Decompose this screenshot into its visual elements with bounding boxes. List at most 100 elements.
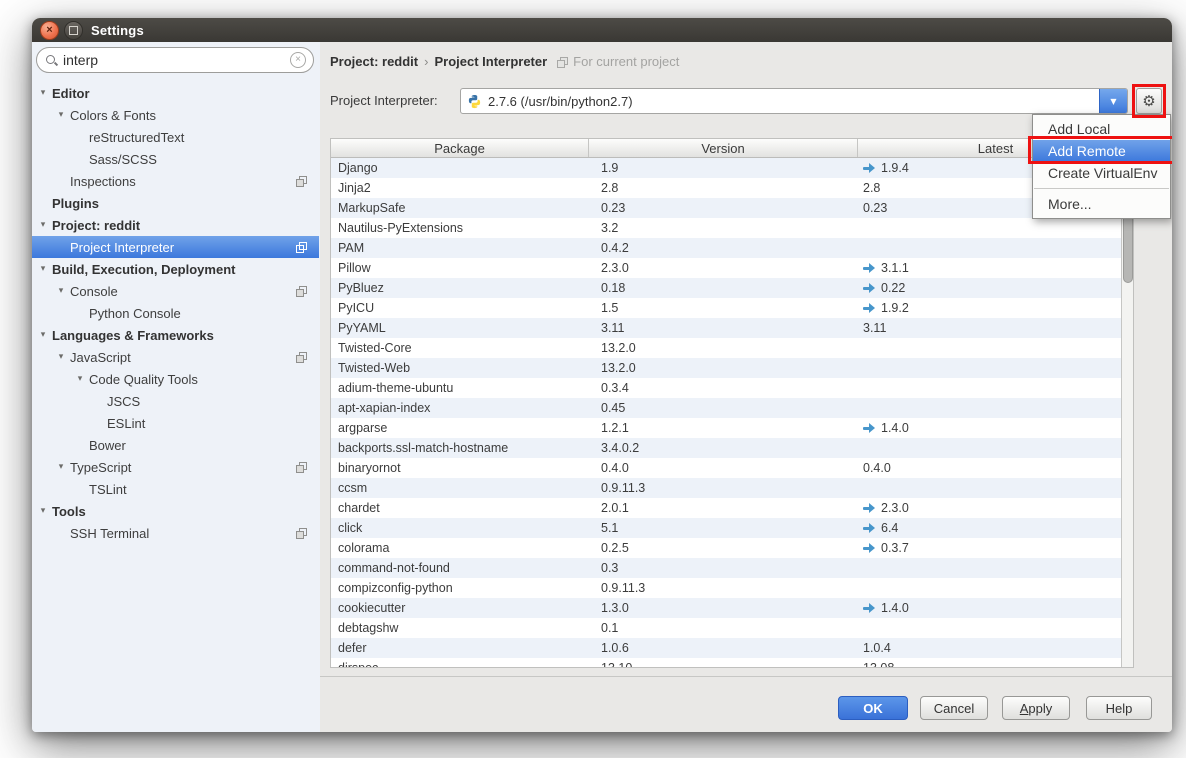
expand-triangle-icon[interactable]: ▾ <box>37 264 49 274</box>
column-header-version[interactable]: Version <box>589 139 858 157</box>
expand-triangle-icon[interactable]: ▾ <box>55 352 67 362</box>
sidebar-item-label: SSH Terminal <box>70 526 149 541</box>
sidebar-item-label: Code Quality Tools <box>89 372 198 387</box>
table-row-markupsafe[interactable]: MarkupSafe0.230.23 <box>331 198 1133 218</box>
sidebar-item-jscs[interactable]: ▾JSCS <box>32 390 319 412</box>
sidebar-item-label: Colors & Fonts <box>70 108 156 123</box>
table-row-dirspec[interactable]: dirspec13.1013.08 <box>331 658 1133 668</box>
table-row-adium-theme-ubuntu[interactable]: adium-theme-ubuntu0.3.4 <box>331 378 1133 398</box>
latest-version-text: 1.4.0 <box>881 601 909 615</box>
help-button[interactable]: Help <box>1086 696 1152 720</box>
package-table-header[interactable]: Package Version Latest <box>331 139 1133 158</box>
interpreter-settings-button[interactable]: ⚙ <box>1136 88 1162 114</box>
shared-settings-icon <box>296 528 307 539</box>
expand-triangle-icon[interactable]: ▾ <box>37 220 49 230</box>
table-scrollbar[interactable] <box>1121 157 1133 667</box>
package-version: 1.3.0 <box>589 601 858 615</box>
ok-button[interactable]: OK <box>838 696 908 720</box>
table-row-debtagshw[interactable]: debtagshw0.1 <box>331 618 1133 638</box>
upgrade-arrow-icon <box>863 603 877 613</box>
table-row-binaryornot[interactable]: binaryornot0.4.00.4.0 <box>331 458 1133 478</box>
package-version: 0.23 <box>589 201 858 215</box>
table-row-compizconfig-python[interactable]: compizconfig-python0.9.11.3 <box>331 578 1133 598</box>
package-version: 5.1 <box>589 521 858 535</box>
expand-triangle-icon[interactable]: ▾ <box>37 88 49 98</box>
table-row-command-not-found[interactable]: command-not-found0.3 <box>331 558 1133 578</box>
sidebar-item-colors-fonts[interactable]: ▾Colors & Fonts <box>32 104 319 126</box>
column-header-package[interactable]: Package <box>331 139 589 157</box>
search-icon <box>46 54 59 67</box>
table-row-nautilus-pyextensions[interactable]: Nautilus-PyExtensions3.2 <box>331 218 1133 238</box>
table-row-twisted-web[interactable]: Twisted-Web13.2.0 <box>331 358 1133 378</box>
sidebar-item-tslint[interactable]: ▾TSLint <box>32 478 319 500</box>
table-row-pyyaml[interactable]: PyYAML3.113.11 <box>331 318 1133 338</box>
sidebar-item-languages-frameworks[interactable]: ▾Languages & Frameworks <box>32 324 319 346</box>
sidebar-item-editor[interactable]: ▾Editor <box>32 82 319 104</box>
sidebar-item-label: Python Console <box>89 306 181 321</box>
table-row-chardet[interactable]: chardet2.0.12.3.0 <box>331 498 1133 518</box>
table-row-ccsm[interactable]: ccsm0.9.11.3 <box>331 478 1133 498</box>
sidebar-item-ssh-terminal[interactable]: ▾SSH Terminal <box>32 522 319 544</box>
expand-triangle-icon[interactable]: ▾ <box>37 330 49 340</box>
sidebar-item-label: Inspections <box>70 174 136 189</box>
sidebar-item-restructuredtext[interactable]: ▾reStructuredText <box>32 126 319 148</box>
window-titlebar[interactable]: × Settings <box>32 18 1172 43</box>
package-version: 3.11 <box>589 321 858 335</box>
interpreter-combobox[interactable]: 2.7.6 (/usr/bin/python2.7) ▼ <box>460 88 1128 114</box>
combobox-dropdown-button[interactable]: ▼ <box>1099 89 1127 113</box>
table-row-jinja2[interactable]: Jinja22.82.8 <box>331 178 1133 198</box>
package-latest: 6.4 <box>858 521 1133 535</box>
package-version: 0.9.11.3 <box>589 481 858 495</box>
table-row-colorama[interactable]: colorama0.2.50.3.7 <box>331 538 1133 558</box>
table-row-defer[interactable]: defer1.0.61.0.4 <box>331 638 1133 658</box>
table-row-backports-ssl-match-hostname[interactable]: backports.ssl-match-hostname3.4.0.2 <box>331 438 1133 458</box>
package-latest: 0.22 <box>858 281 1133 295</box>
expand-triangle-icon[interactable]: ▾ <box>55 110 67 120</box>
sidebar-item-label: TSLint <box>89 482 127 497</box>
sidebar-item-code-quality-tools[interactable]: ▾Code Quality Tools <box>32 368 319 390</box>
sidebar-item-python-console[interactable]: ▾Python Console <box>32 302 319 324</box>
sidebar-item-eslint[interactable]: ▾ESLint <box>32 412 319 434</box>
table-row-cookiecutter[interactable]: cookiecutter1.3.0 1.4.0 <box>331 598 1133 618</box>
table-row-argparse[interactable]: argparse1.2.11.4.0 <box>331 418 1133 438</box>
menu-item-more[interactable]: More... <box>1033 193 1170 215</box>
breadcrumb-separator: › <box>424 52 428 72</box>
menu-item-add-remote[interactable]: Add Remote <box>1033 140 1170 162</box>
package-name: backports.ssl-match-hostname <box>331 441 589 455</box>
package-name: cookiecutter <box>331 601 589 615</box>
breadcrumb-project: Project: reddit <box>330 52 418 72</box>
window-close-button[interactable]: × <box>40 21 59 40</box>
table-row-pyicu[interactable]: PyICU1.51.9.2 <box>331 298 1133 318</box>
search-input[interactable] <box>63 52 290 68</box>
sidebar-item-typescript[interactable]: ▾TypeScript <box>32 456 319 478</box>
sidebar-item-project-reddit[interactable]: ▾Project: reddit <box>32 214 319 236</box>
table-row-pillow[interactable]: Pillow2.3.03.1.1 <box>331 258 1133 278</box>
expand-triangle-icon[interactable]: ▾ <box>74 374 86 384</box>
package-version: 0.2.5 <box>589 541 858 555</box>
table-row-pam[interactable]: PAM0.4.2 <box>331 238 1133 258</box>
sidebar-item-build-execution-deployment[interactable]: ▾Build, Execution, Deployment <box>32 258 319 280</box>
clear-search-icon[interactable] <box>290 52 306 68</box>
sidebar-item-tools[interactable]: ▾Tools <box>32 500 319 522</box>
sidebar-item-inspections[interactable]: ▾Inspections <box>32 170 319 192</box>
sidebar-item-sass-scss[interactable]: ▾Sass/SCSS <box>32 148 319 170</box>
apply-button[interactable]: Apply <box>1002 696 1070 720</box>
menu-item-create-virtualenv[interactable]: Create VirtualEnv <box>1033 162 1170 184</box>
sidebar-item-javascript[interactable]: ▾JavaScript <box>32 346 319 368</box>
sidebar-item-console[interactable]: ▾Console <box>32 280 319 302</box>
sidebar-item-plugins[interactable]: ▾Plugins <box>32 192 319 214</box>
table-row-click[interactable]: click5.16.4 <box>331 518 1133 538</box>
sidebar-item-project-interpreter[interactable]: ▾Project Interpreter <box>32 236 319 258</box>
table-row-django[interactable]: Django1.91.9.4 <box>331 158 1133 178</box>
settings-search-box[interactable] <box>36 47 314 73</box>
menu-item-add-local[interactable]: Add Local <box>1033 118 1170 140</box>
expand-triangle-icon[interactable]: ▾ <box>55 462 67 472</box>
table-row-apt-xapian-index[interactable]: apt-xapian-index0.45 <box>331 398 1133 418</box>
expand-triangle-icon[interactable]: ▾ <box>37 506 49 516</box>
window-restore-button[interactable] <box>64 21 83 40</box>
cancel-button[interactable]: Cancel <box>920 696 988 720</box>
sidebar-item-bower[interactable]: ▾Bower <box>32 434 319 456</box>
table-row-pybluez[interactable]: PyBluez0.180.22 <box>331 278 1133 298</box>
table-row-twisted-core[interactable]: Twisted-Core13.2.0 <box>331 338 1133 358</box>
expand-triangle-icon[interactable]: ▾ <box>55 286 67 296</box>
